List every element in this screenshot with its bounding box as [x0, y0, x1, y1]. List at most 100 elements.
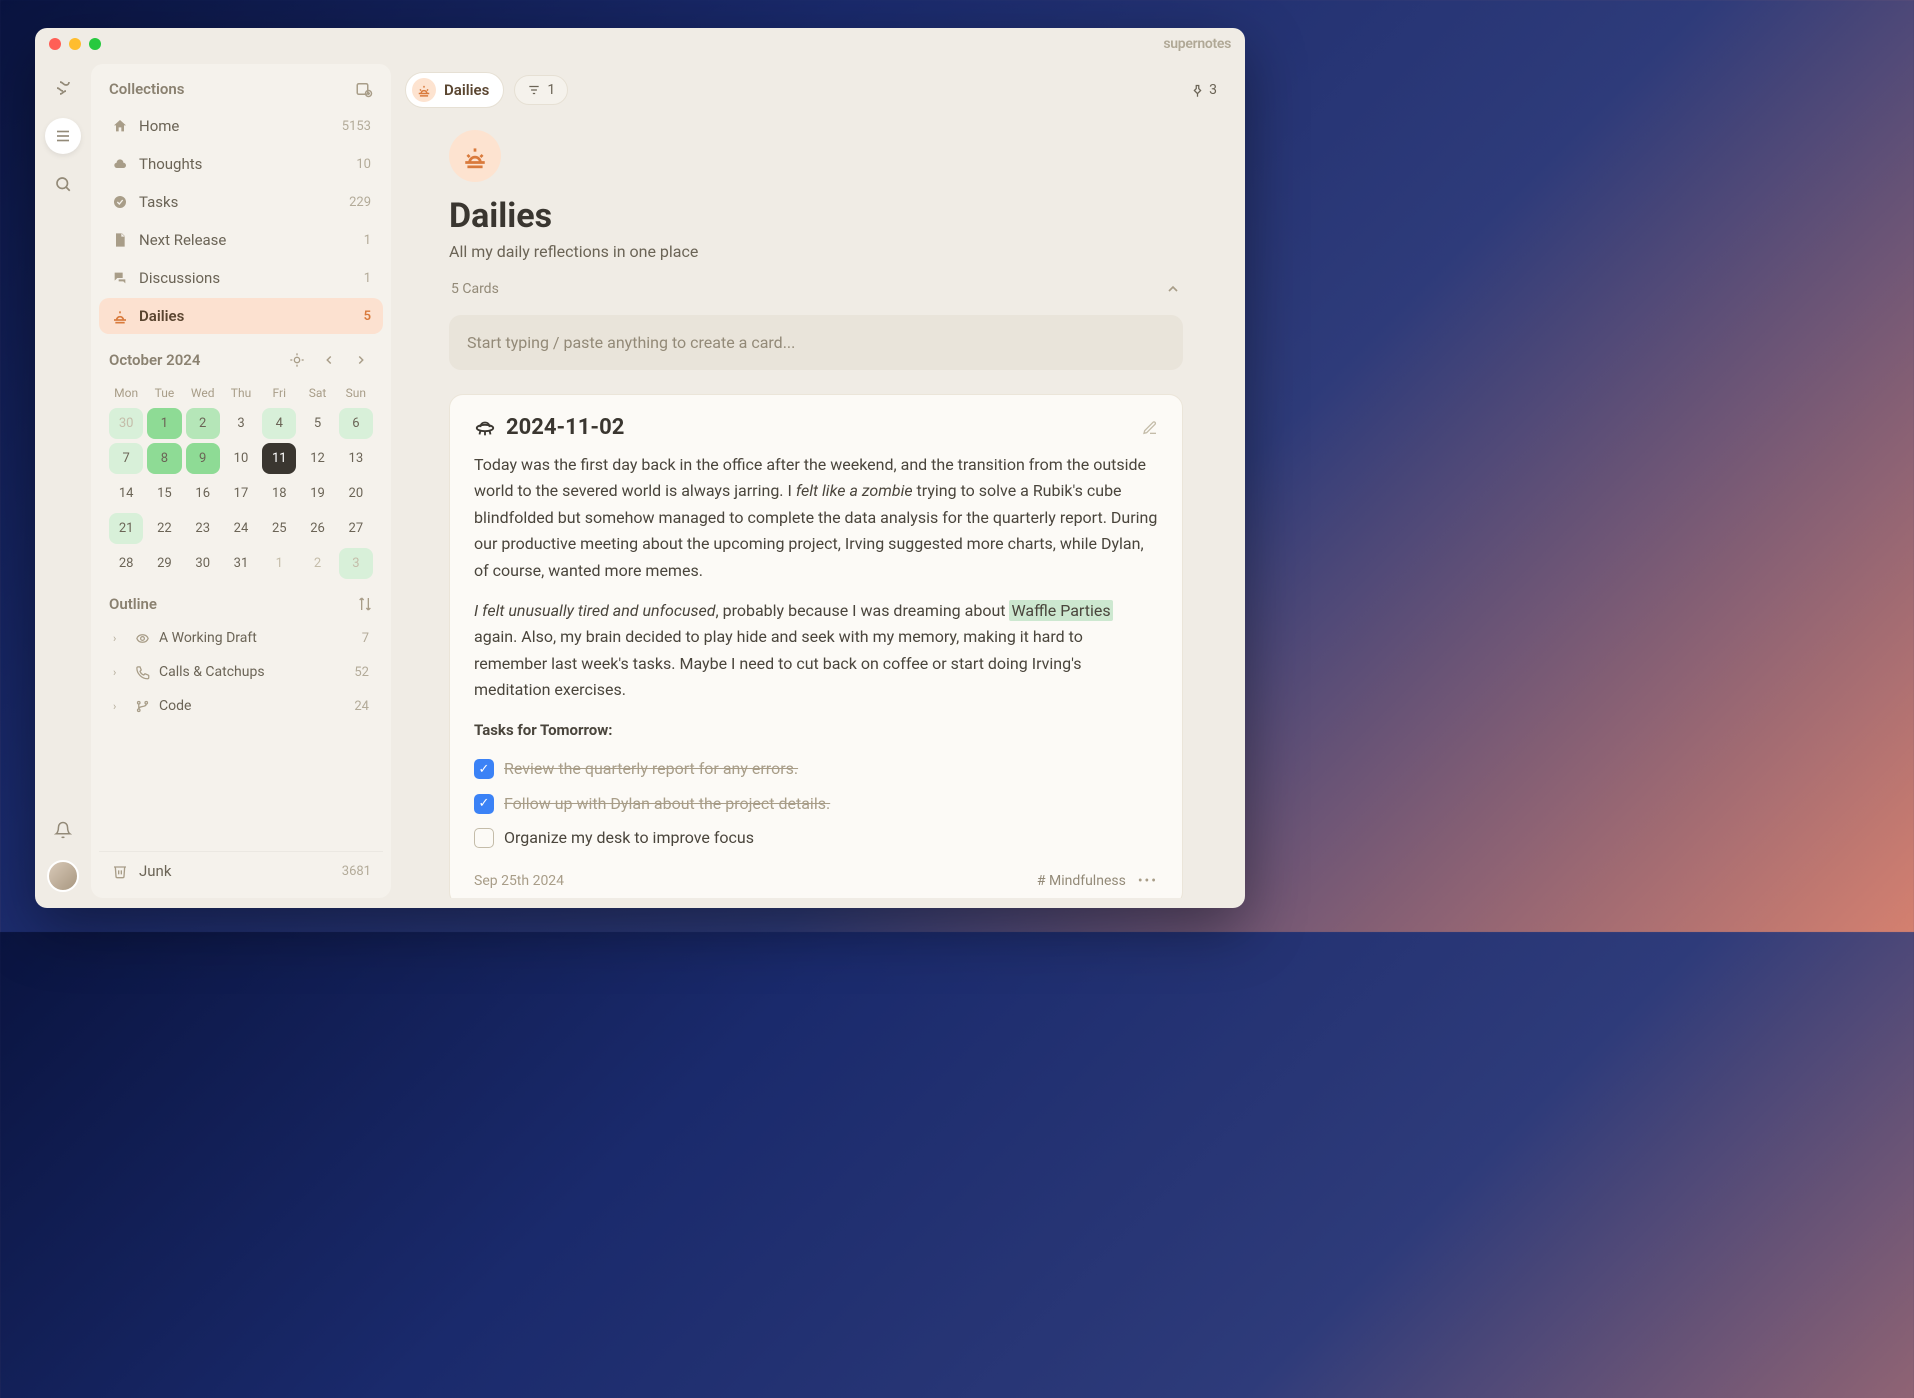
chevron-right-icon: › [113, 700, 125, 713]
task-text: Organize my desk to improve focus [504, 825, 754, 851]
calendar-day[interactable]: 25 [262, 513, 296, 544]
logo-icon[interactable] [45, 70, 81, 106]
task-checkbox[interactable] [474, 828, 494, 848]
task-row: ✓ Review the quarterly report for any err… [474, 752, 1158, 786]
junk-count: 3681 [342, 864, 371, 879]
calendar-day[interactable]: 29 [147, 548, 181, 579]
card-tag[interactable]: # Mindfulness [1037, 873, 1126, 889]
calendar-day[interactable]: 1 [147, 408, 181, 439]
junk-label: Junk [139, 862, 171, 880]
calendar-day[interactable]: 21 [109, 513, 143, 544]
calendar-day[interactable]: 23 [186, 513, 220, 544]
sidebar-item-label: Dailies [139, 307, 184, 325]
sidebar-item-tasks[interactable]: Tasks 229 [99, 184, 383, 220]
task-text: Follow up with Dylan about the project d… [504, 791, 830, 817]
calendar-next-icon[interactable] [349, 348, 373, 372]
chevron-right-icon: › [113, 632, 125, 645]
notifications-icon[interactable] [45, 812, 81, 848]
calendar-dow: Mon [109, 382, 143, 404]
calendar-day[interactable]: 31 [224, 548, 258, 579]
sidebar-item-thoughts[interactable]: Thoughts10 [99, 146, 383, 182]
calendar-day[interactable]: 11 [262, 443, 296, 474]
more-icon[interactable]: ••• [1138, 873, 1158, 889]
sidebar-item-count: 229 [349, 195, 371, 210]
calendar-day[interactable]: 1 [262, 548, 296, 579]
task-checkbox[interactable]: ✓ [474, 759, 494, 779]
search-icon[interactable] [45, 166, 81, 202]
breadcrumb[interactable]: Dailies [405, 72, 504, 108]
calendar-day[interactable]: 28 [109, 548, 143, 579]
calendar-day[interactable]: 3 [339, 548, 373, 579]
avatar[interactable] [47, 860, 79, 892]
sidebar-item-discussions[interactable]: Discussions1 [99, 260, 383, 296]
calendar-dow: Sat [300, 382, 334, 404]
sidebar-item-dailies[interactable]: Dailies 5 [99, 298, 383, 334]
sidebar-item-home[interactable]: Home5153 [99, 108, 383, 144]
calendar-prev-icon[interactable] [317, 348, 341, 372]
pin-chip[interactable]: 3 [1184, 78, 1223, 102]
sidebar-item-label: Tasks [139, 193, 178, 211]
sidebar-item-count: 1 [364, 233, 371, 248]
calendar-day[interactable]: 8 [147, 443, 181, 474]
outline-item-label: A Working Draft [159, 630, 257, 646]
calendar-day[interactable]: 7 [109, 443, 143, 474]
brand-label: supernotes [1163, 36, 1231, 52]
page-icon [449, 130, 501, 182]
outline-item-count: 24 [354, 699, 369, 714]
calendar-day[interactable]: 4 [262, 408, 296, 439]
card-title: 2024-11-02 [506, 415, 624, 440]
window-close[interactable] [49, 38, 61, 50]
outline-item-a-working-draft[interactable]: ›A Working Draft7 [109, 621, 373, 655]
calendar-day[interactable]: 2 [300, 548, 334, 579]
task-row: Organize my desk to improve focus [474, 821, 1158, 855]
sidebar-item-label: Thoughts [139, 155, 202, 173]
pin-count: 3 [1209, 82, 1217, 98]
list-view-icon[interactable] [45, 118, 81, 154]
calendar-day[interactable]: 10 [224, 443, 258, 474]
calendar-day[interactable]: 14 [109, 478, 143, 509]
calendar-day[interactable]: 18 [262, 478, 296, 509]
calendar-day[interactable]: 15 [147, 478, 181, 509]
check-icon [111, 193, 129, 211]
task-text: Review the quarterly report for any erro… [504, 756, 798, 782]
sunrise-icon [111, 307, 129, 325]
sidebar-item-next-release[interactable]: Next Release1 [99, 222, 383, 258]
outline-item-code[interactable]: ›Code24 [109, 689, 373, 723]
trash-icon [111, 862, 129, 880]
calendar-day[interactable]: 13 [339, 443, 373, 474]
calendar-day[interactable]: 20 [339, 478, 373, 509]
calendar-day[interactable]: 27 [339, 513, 373, 544]
outline-item-calls-catchups[interactable]: ›Calls & Catchups52 [109, 655, 373, 689]
add-collection-icon[interactable] [355, 80, 373, 98]
calendar-day[interactable]: 30 [186, 548, 220, 579]
wiki-link[interactable]: Waffle Parties [1009, 600, 1112, 621]
compose-input[interactable]: Start typing / paste anything to create … [449, 315, 1183, 370]
calendar-day[interactable]: 16 [186, 478, 220, 509]
calendar-day[interactable]: 6 [339, 408, 373, 439]
edit-icon[interactable] [1142, 420, 1158, 436]
calendar-day[interactable]: 9 [186, 443, 220, 474]
junk-item[interactable]: Junk 3681 [99, 851, 383, 890]
filter-chip[interactable]: 1 [514, 75, 568, 105]
calendar-dow: Wed [186, 382, 220, 404]
main-content: Dailies 1 3 Dailies All my daily reflect… [391, 60, 1245, 908]
calendar-dow: Thu [224, 382, 258, 404]
calendar-day[interactable]: 19 [300, 478, 334, 509]
calendar-day[interactable]: 12 [300, 443, 334, 474]
daily-card: 2024-11-02 Today was the first day back … [449, 394, 1183, 898]
collapse-icon[interactable] [1165, 281, 1181, 297]
calendar-day[interactable]: 26 [300, 513, 334, 544]
task-checkbox[interactable]: ✓ [474, 794, 494, 814]
calendar-day[interactable]: 24 [224, 513, 258, 544]
window-zoom[interactable] [89, 38, 101, 50]
calendar-today-icon[interactable] [285, 348, 309, 372]
calendar-day[interactable]: 30 [109, 408, 143, 439]
calendar-day[interactable]: 22 [147, 513, 181, 544]
calendar-day[interactable]: 17 [224, 478, 258, 509]
calendar-day[interactable]: 5 [300, 408, 334, 439]
outline-sort-icon[interactable] [357, 596, 373, 612]
calendar-day[interactable]: 3 [224, 408, 258, 439]
sidebar-item-count: 5 [364, 309, 371, 324]
window-minimize[interactable] [69, 38, 81, 50]
calendar-day[interactable]: 2 [186, 408, 220, 439]
